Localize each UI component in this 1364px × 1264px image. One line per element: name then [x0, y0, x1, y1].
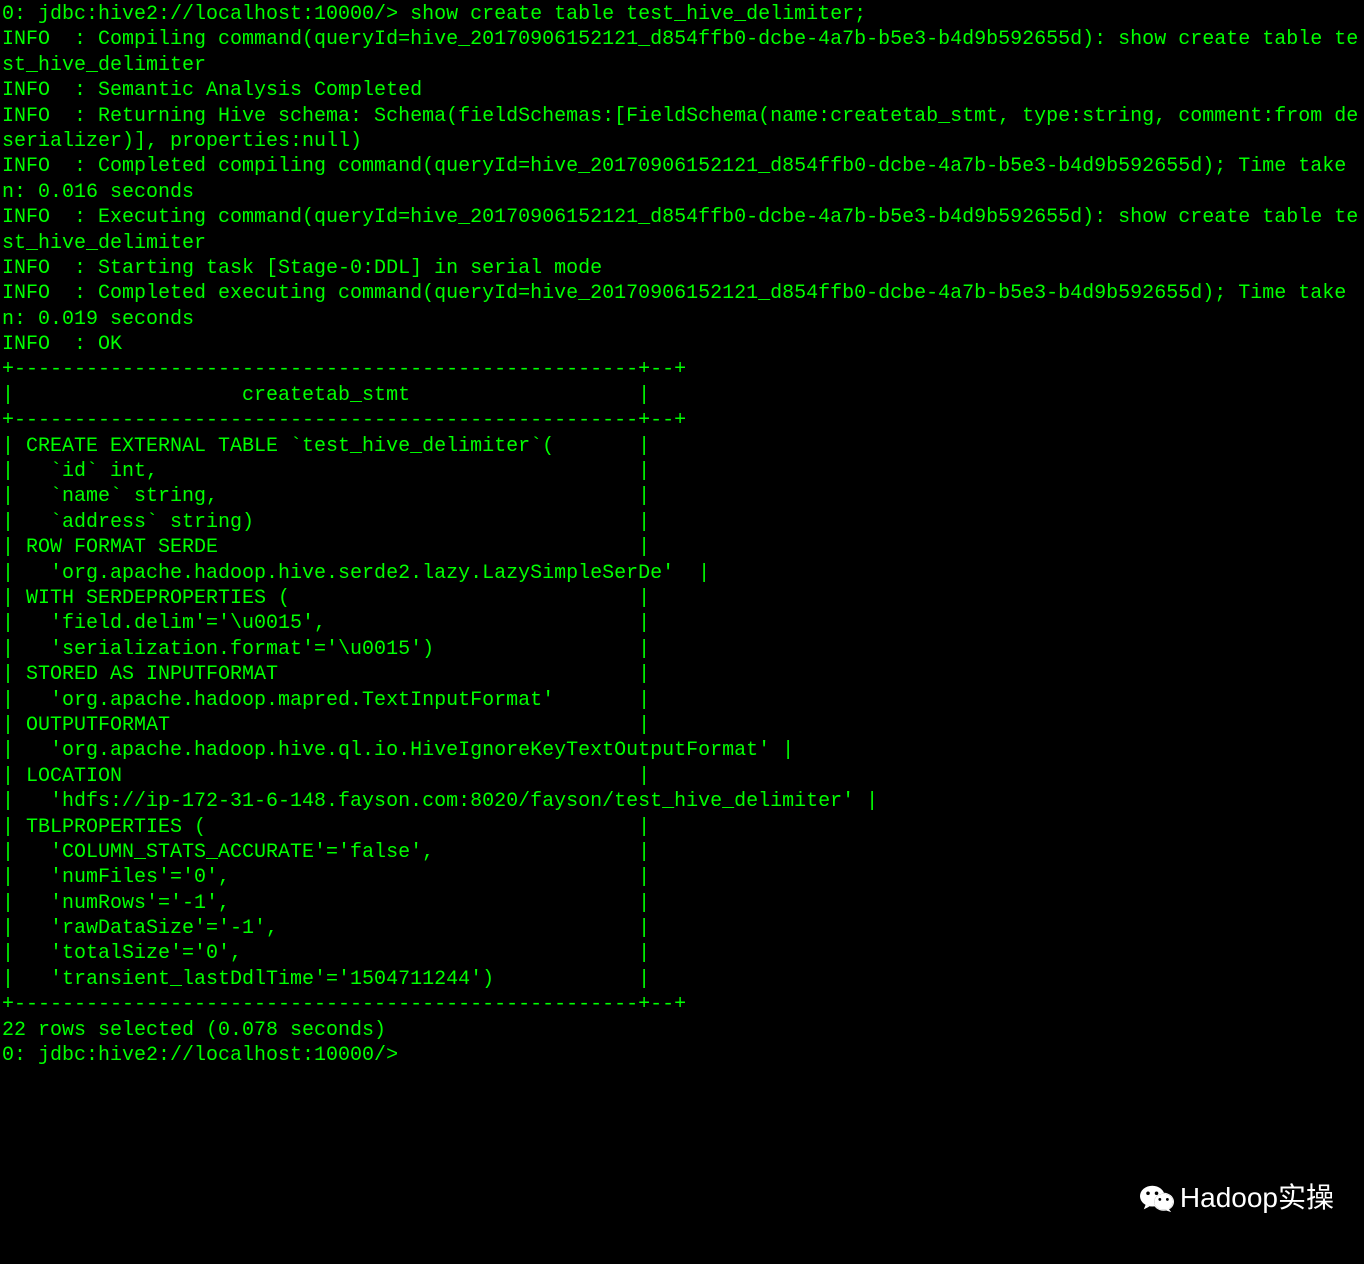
terminal-line: 0: jdbc:hive2://localhost:10000/> show c… — [2, 2, 1362, 27]
terminal-line: INFO : Starting task [Stage-0:DDL] in se… — [2, 256, 1362, 281]
terminal-line: +---------------------------------------… — [2, 357, 1362, 382]
terminal-line: | CREATE EXTERNAL TABLE `test_hive_delim… — [2, 434, 1362, 459]
watermark: Hadoop实操 — [1140, 1180, 1334, 1216]
terminal-line: | 'field.delim'='\u0015', | — [2, 611, 1362, 636]
terminal-line: | 'transient_lastDdlTime'='1504711244') … — [2, 967, 1362, 992]
terminal-line: | OUTPUTFORMAT | — [2, 713, 1362, 738]
terminal-line: INFO : Compiling command(queryId=hive_20… — [2, 27, 1362, 78]
terminal-line: | 'numFiles'='0', | — [2, 865, 1362, 890]
terminal-line: INFO : Semantic Analysis Completed — [2, 78, 1362, 103]
terminal-line: +---------------------------------------… — [2, 408, 1362, 433]
terminal-line: | 'hdfs://ip-172-31-6-148.fayson.com:802… — [2, 789, 1362, 814]
terminal-line: | 'org.apache.hadoop.hive.serde2.lazy.La… — [2, 561, 1362, 586]
terminal-line: | TBLPROPERTIES ( | — [2, 815, 1362, 840]
terminal-line: INFO : Executing command(queryId=hive_20… — [2, 205, 1362, 256]
terminal-line: | `name` string, | — [2, 484, 1362, 509]
terminal-line: | 'org.apache.hadoop.mapred.TextInputFor… — [2, 688, 1362, 713]
terminal-line: | `address` string) | — [2, 510, 1362, 535]
wechat-icon — [1140, 1183, 1174, 1213]
terminal-line: | 'org.apache.hadoop.hive.ql.io.HiveIgno… — [2, 738, 1362, 763]
terminal-line: | STORED AS INPUTFORMAT | — [2, 662, 1362, 687]
terminal-line: | 'serialization.format'='\u0015') | — [2, 637, 1362, 662]
terminal-line: INFO : Completed executing command(query… — [2, 281, 1362, 332]
terminal-line: | 'numRows'='-1', | — [2, 891, 1362, 916]
terminal-line: INFO : Returning Hive schema: Schema(fie… — [2, 104, 1362, 155]
terminal-line: | 'totalSize'='0', | — [2, 941, 1362, 966]
terminal-line: +---------------------------------------… — [2, 992, 1362, 1017]
terminal-line: | ROW FORMAT SERDE | — [2, 535, 1362, 560]
terminal-line: | createtab_stmt | — [2, 383, 1362, 408]
terminal-line: | `id` int, | — [2, 459, 1362, 484]
terminal-line: 22 rows selected (0.078 seconds) — [2, 1018, 1362, 1043]
watermark-text: Hadoop实操 — [1180, 1180, 1334, 1216]
terminal-output[interactable]: 0: jdbc:hive2://localhost:10000/> show c… — [0, 0, 1364, 1070]
terminal-line: INFO : Completed compiling command(query… — [2, 154, 1362, 205]
terminal-line: | WITH SERDEPROPERTIES ( | — [2, 586, 1362, 611]
terminal-line: | LOCATION | — [2, 764, 1362, 789]
terminal-line: | 'COLUMN_STATS_ACCURATE'='false', | — [2, 840, 1362, 865]
terminal-line: INFO : OK — [2, 332, 1362, 357]
terminal-line: 0: jdbc:hive2://localhost:10000/> — [2, 1043, 1362, 1068]
terminal-line: | 'rawDataSize'='-1', | — [2, 916, 1362, 941]
